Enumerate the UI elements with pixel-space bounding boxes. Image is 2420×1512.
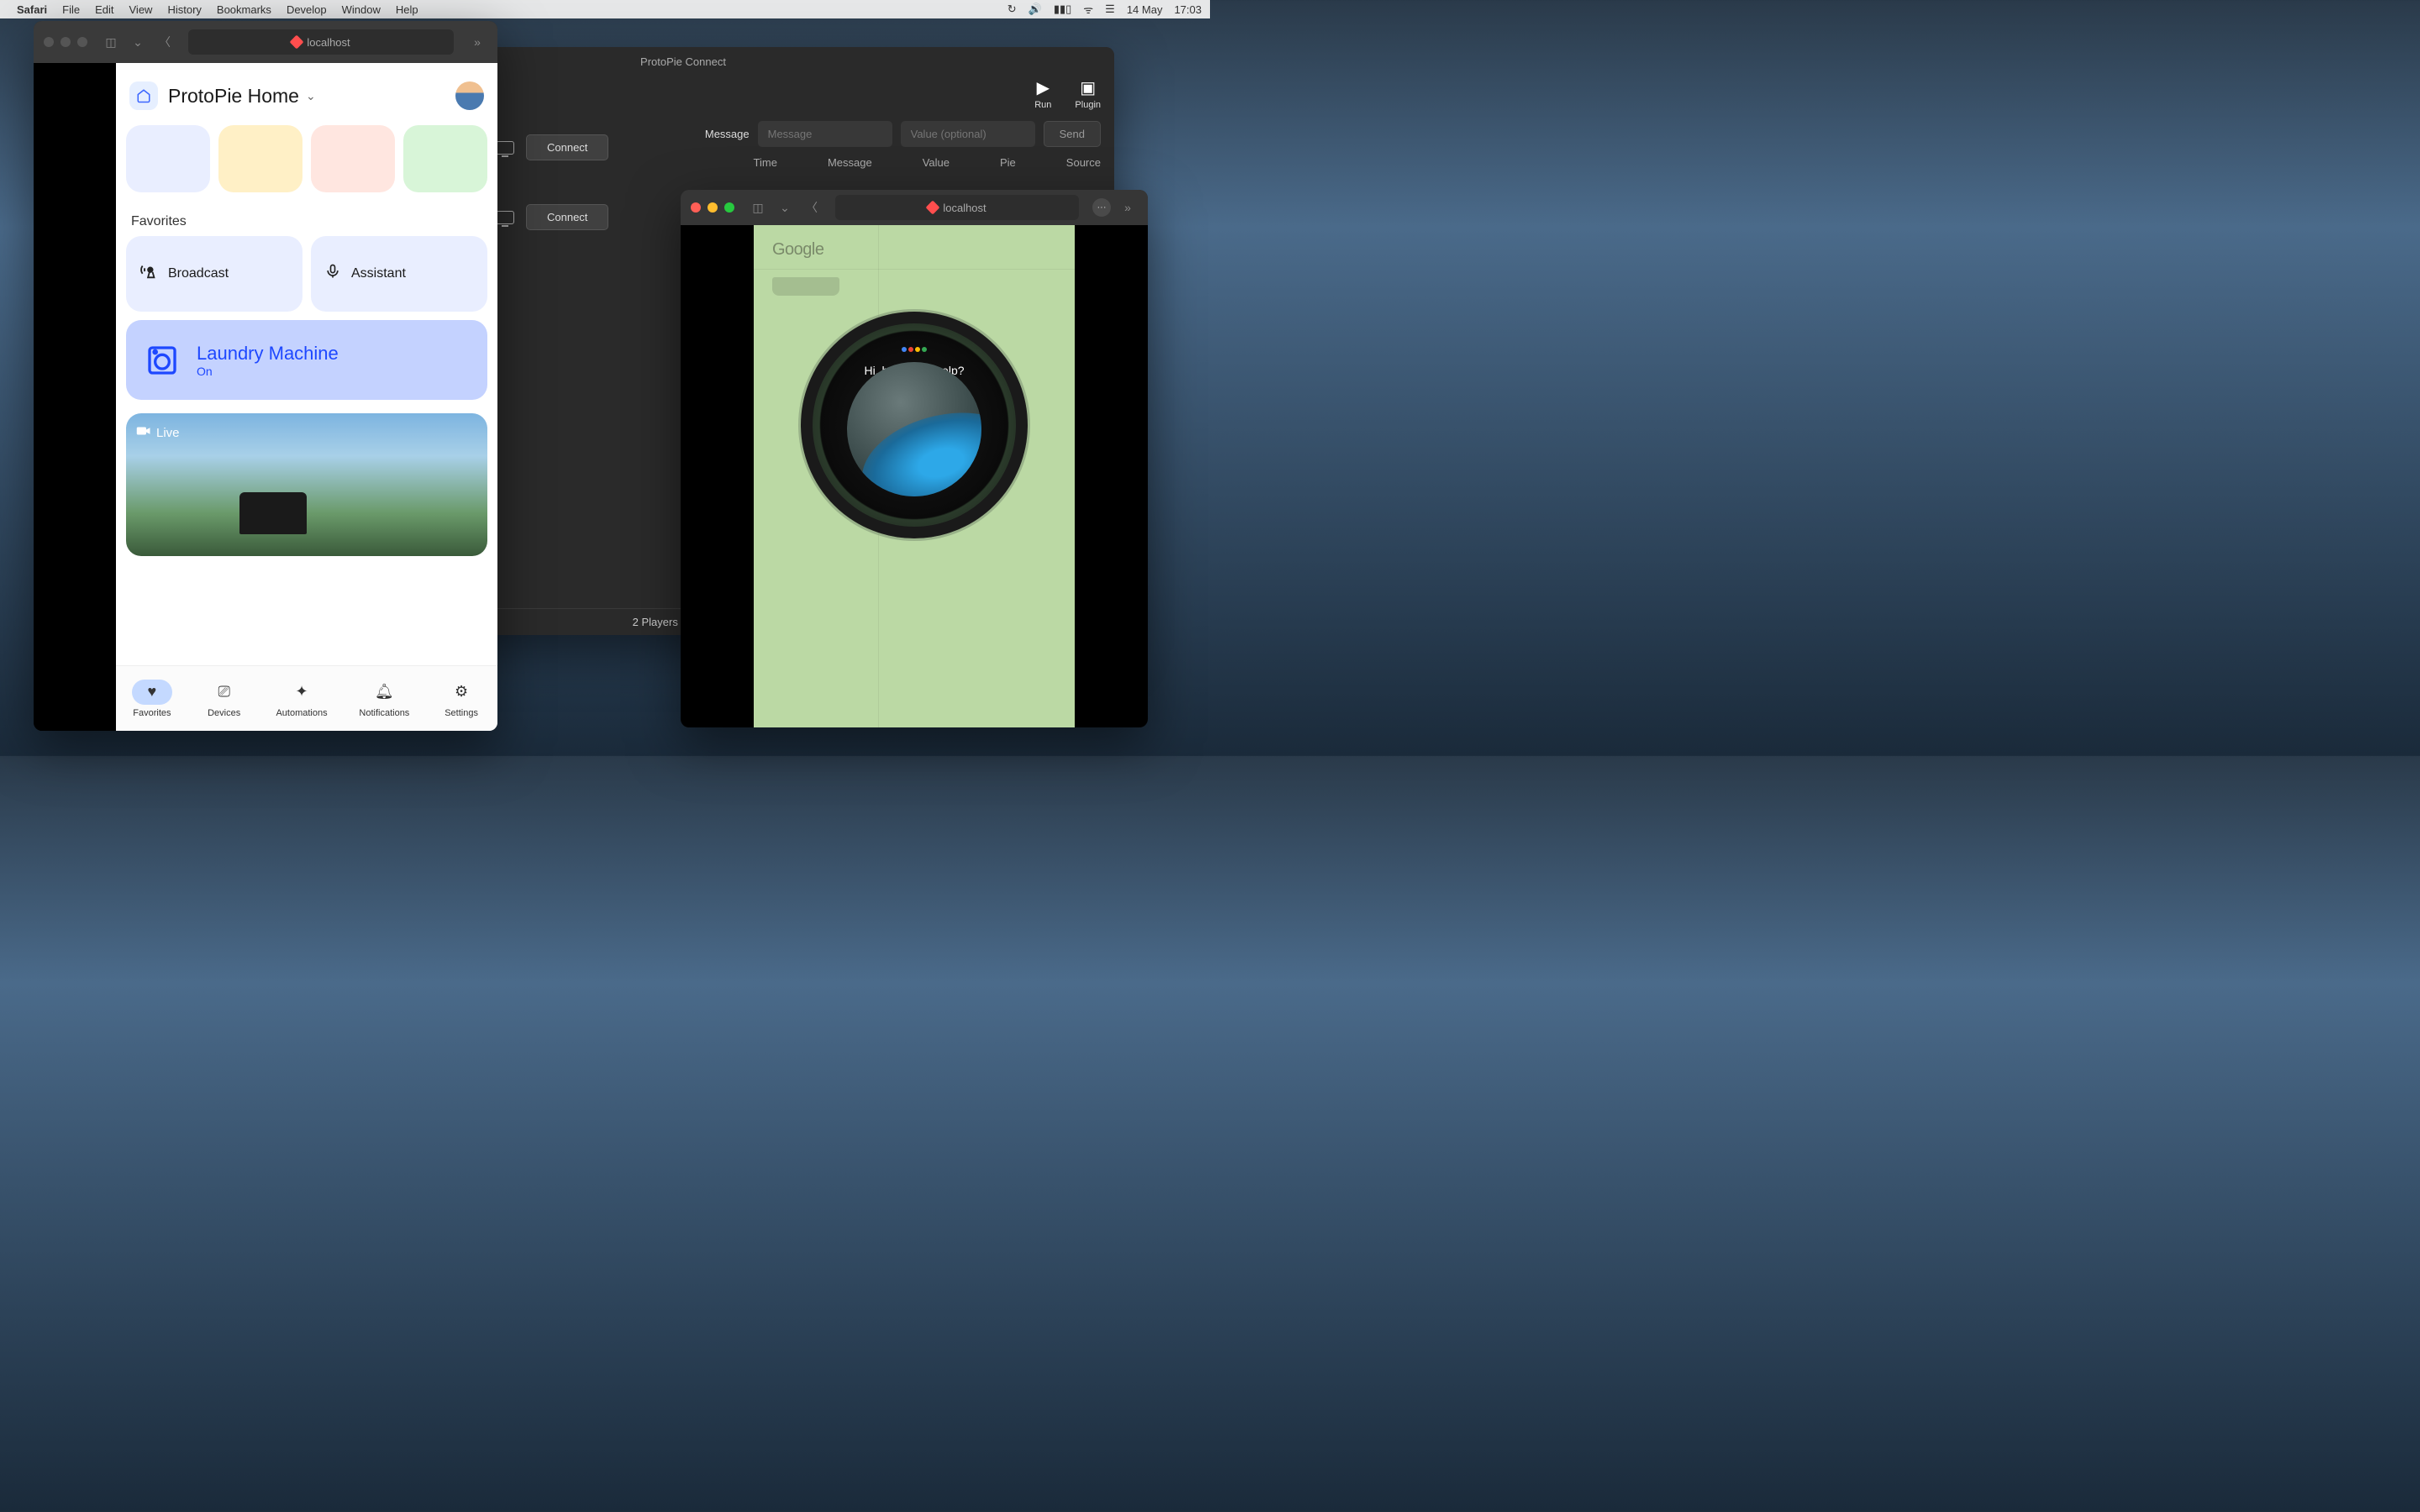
bottom-nav: ♥ Favorites ⎚ Devices ✦ Automations 🔔︎ N… (116, 665, 497, 731)
scene-card[interactable] (218, 125, 302, 192)
broadcast-label: Broadcast (168, 266, 229, 281)
nav-automations[interactable]: ✦ Automations (276, 680, 327, 718)
back-icon[interactable]: 〈 (802, 197, 822, 218)
pp-connect-button-1[interactable]: Connect (526, 134, 608, 160)
sidebar-toggle-icon[interactable]: ◫ (101, 32, 121, 52)
tabs-icon[interactable]: » (467, 32, 487, 52)
avatar[interactable] (455, 81, 484, 110)
google-logo: Google (772, 240, 824, 260)
traffic-lights[interactable] (691, 202, 734, 213)
pp-run-label: Run (1034, 100, 1051, 110)
screen-icon (496, 141, 514, 155)
washer-drum[interactable]: Hi, how can I help? (801, 312, 1028, 538)
live-badge: Live (136, 425, 180, 440)
minimize-button[interactable] (60, 37, 71, 47)
minimize-button[interactable] (708, 202, 718, 213)
scene-card[interactable] (126, 125, 210, 192)
macos-menubar: Safari File Edit View History Bookmarks … (0, 0, 1210, 18)
assistant-label: Assistant (351, 266, 406, 281)
menu-edit[interactable]: Edit (95, 3, 113, 16)
divider (754, 269, 1075, 270)
menu-develop[interactable]: Develop (287, 3, 327, 16)
chevron-down-icon[interactable]: ⌄ (775, 197, 795, 218)
device-status: On (197, 365, 339, 378)
menu-file[interactable]: File (62, 3, 80, 16)
pp-connect-button-2[interactable]: Connect (526, 204, 608, 230)
broadcast-card[interactable]: Broadcast (126, 236, 302, 312)
favorites-label: Favorites (116, 201, 497, 236)
plugin-icon: ▣ (1080, 77, 1096, 98)
pp-run-button[interactable]: ▶ Run (1034, 77, 1051, 110)
home-selector[interactable]: ProtoPie Home ⌄ (168, 85, 445, 108)
site-icon (290, 35, 304, 50)
assistant-logo-icon (902, 347, 927, 352)
laundry-machine-card[interactable]: Laundry Machine On (126, 320, 487, 400)
nav-notifications[interactable]: 🔔︎ Notifications (359, 680, 409, 718)
chevron-down-icon: ⌄ (306, 89, 316, 103)
volume-icon[interactable]: 🔊 (1028, 3, 1042, 16)
play-icon: ▶ (1037, 77, 1050, 98)
live-label: Live (156, 426, 180, 440)
camera-card[interactable]: Live (126, 413, 487, 556)
pp-connection-row-1: Connect (420, 113, 1114, 182)
sidebar-toggle-icon[interactable]: ◫ (748, 197, 768, 218)
washer-drum-glass (847, 362, 981, 496)
scenes-row[interactable] (116, 117, 497, 201)
home-app-screen: ProtoPie Home ⌄ Favorites Broadcast (116, 63, 497, 731)
broadcast-icon (139, 262, 158, 286)
washer-icon (143, 341, 182, 380)
close-button[interactable] (44, 37, 54, 47)
camera-icon (136, 425, 151, 440)
control-center-icon[interactable]: ☰ (1105, 3, 1115, 16)
wifi-icon[interactable]: ᯤ (1083, 2, 1093, 17)
menu-window[interactable]: Window (342, 3, 381, 16)
gear-icon: ⚙ (455, 683, 468, 701)
maximize-button[interactable] (724, 202, 734, 213)
tabs-icon[interactable]: » (1118, 197, 1138, 218)
maximize-button[interactable] (77, 37, 87, 47)
battery-icon[interactable]: ▮▮▯ (1054, 3, 1071, 16)
heart-icon: ♥ (148, 683, 157, 701)
mic-icon (324, 263, 341, 285)
pp-plugin-button[interactable]: ▣ Plugin (1075, 77, 1101, 110)
menu-history[interactable]: History (167, 3, 201, 16)
devices-icon: ⎚ (218, 683, 229, 701)
menu-view[interactable]: View (129, 3, 153, 16)
safari-window-right: ◫ ⌄ 〈 localhost ··· » Google Hi, how can… (681, 190, 1148, 727)
screen-icon (496, 211, 514, 224)
site-icon (926, 201, 940, 215)
url-label: localhost (943, 202, 986, 214)
pp-title: ProtoPie Connect (640, 55, 726, 68)
sparkle-icon: ✦ (295, 683, 308, 701)
nav-settings[interactable]: ⚙ Settings (441, 680, 481, 718)
url-label: localhost (307, 36, 350, 49)
scene-card[interactable] (311, 125, 395, 192)
bell-icon: 🔔︎ (375, 683, 394, 701)
menubar-app-name[interactable]: Safari (17, 3, 47, 16)
safari-window-left: ◫ ⌄ 〈 localhost » ProtoPie Home ⌄ (34, 21, 497, 731)
chevron-down-icon[interactable]: ⌄ (128, 32, 148, 52)
close-button[interactable] (691, 202, 701, 213)
address-bar[interactable]: localhost (835, 195, 1079, 220)
time-machine-icon[interactable]: ↻ (1007, 3, 1017, 16)
washer-preview: Google Hi, how can I help? (754, 225, 1075, 727)
nav-devices[interactable]: ⎚ Devices (204, 680, 245, 718)
washer-button-slot (772, 277, 839, 296)
letterbox (34, 63, 116, 731)
assistant-card[interactable]: Assistant (311, 236, 487, 312)
address-bar[interactable]: localhost (188, 29, 454, 55)
more-icon[interactable]: ··· (1092, 198, 1111, 217)
traffic-lights[interactable] (44, 37, 87, 47)
home-title: ProtoPie Home (168, 85, 299, 108)
back-icon[interactable]: 〈 (155, 32, 175, 52)
pp-plugin-label: Plugin (1075, 100, 1101, 110)
nav-favorites[interactable]: ♥ Favorites (132, 680, 172, 718)
home-icon[interactable] (129, 81, 158, 110)
menu-help[interactable]: Help (396, 3, 418, 16)
scene-card[interactable] (403, 125, 487, 192)
menubar-time[interactable]: 17:03 (1174, 3, 1202, 16)
menu-bookmarks[interactable]: Bookmarks (217, 3, 271, 16)
device-name: Laundry Machine (197, 343, 339, 365)
menubar-date[interactable]: 14 May (1127, 3, 1163, 16)
